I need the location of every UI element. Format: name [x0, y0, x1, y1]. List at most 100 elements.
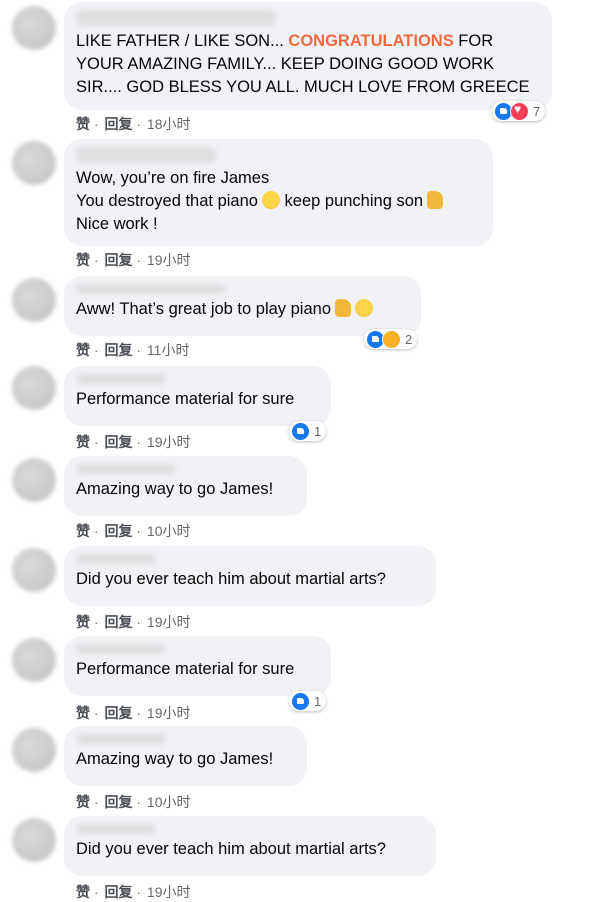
like-link[interactable]: 赞	[76, 116, 90, 132]
author-name[interactable]	[76, 824, 156, 834]
comment-text-line: LIKE FATHER / LIKE SON...	[76, 32, 289, 50]
author-name[interactable]	[76, 284, 226, 294]
comment-actions: 赞 · 回复 · 11小时	[76, 340, 191, 360]
avatar[interactable]	[12, 818, 56, 862]
comment-text: LIKE FATHER / LIKE SON... CONGRATULATION…	[76, 30, 540, 99]
reply-link[interactable]: 回复	[104, 705, 132, 721]
comment-text-line: Aww! That’s great job to play piano	[76, 300, 331, 318]
comment-text: Performance material for sure	[76, 658, 319, 681]
comment-text-line: Did you ever teach him about martial art…	[76, 840, 386, 858]
comment-text-line: FOR	[453, 32, 494, 50]
timestamp[interactable]: 11小时	[147, 342, 190, 358]
like-link[interactable]: 赞	[76, 614, 90, 630]
comment-bubble: Amazing way to go James!	[64, 456, 307, 516]
comment-text-line: YOUR AMAZING FAMILY... KEEP DOING GOOD W…	[76, 55, 495, 73]
comment-text-line: Nice work !	[76, 215, 158, 233]
avatar[interactable]	[12, 278, 56, 322]
reaction-summary[interactable]: 1	[289, 691, 327, 711]
like-icon	[291, 691, 310, 711]
timestamp[interactable]: 19小时	[147, 252, 191, 268]
separator: ·	[93, 252, 99, 268]
author-name[interactable]	[76, 464, 176, 474]
timestamp[interactable]: 10小时	[147, 523, 191, 539]
separator: ·	[136, 794, 142, 810]
reply-link[interactable]: 回复	[104, 342, 132, 358]
comment-text: Aww! That’s great job to play piano	[76, 298, 409, 321]
author-name[interactable]	[76, 554, 156, 564]
comment-text: Performance material for sure	[76, 388, 319, 411]
reaction-summary[interactable]: 7	[492, 101, 546, 121]
comment-bubble: Wow, you’re on fire James You destroyed …	[64, 139, 493, 246]
timestamp[interactable]: 19小时	[147, 705, 191, 721]
avatar[interactable]	[12, 638, 56, 682]
comment-bubble: LIKE FATHER / LIKE SON... CONGRATULATION…	[64, 2, 552, 110]
separator: ·	[136, 434, 142, 450]
comment-bubble: Performance material for sure	[64, 636, 331, 696]
like-link[interactable]: 赞	[76, 705, 90, 721]
author-name[interactable]	[76, 644, 166, 654]
separator: ·	[93, 523, 99, 539]
smile-emoji-icon	[355, 299, 373, 317]
comment-text: Amazing way to go James!	[76, 478, 295, 501]
care-icon	[382, 329, 401, 349]
author-name[interactable]	[76, 374, 166, 384]
comment-bubble: Did you ever teach him about martial art…	[64, 546, 436, 606]
author-name[interactable]	[76, 147, 216, 163]
comment-text-line: You destroyed that piano	[76, 192, 258, 210]
reply-link[interactable]: 回复	[104, 116, 132, 132]
like-link[interactable]: 赞	[76, 794, 90, 810]
avatar[interactable]	[12, 548, 56, 592]
separator: ·	[93, 342, 99, 358]
like-link[interactable]: 赞	[76, 523, 90, 539]
comment-bubble: Performance material for sure	[64, 366, 331, 426]
comment-actions: 赞 · 回复 · 10小时	[76, 792, 192, 812]
thumbs-up-emoji-icon	[427, 191, 444, 209]
separator: ·	[93, 116, 99, 132]
timestamp[interactable]: 10小时	[147, 794, 191, 810]
like-link[interactable]: 赞	[76, 434, 90, 450]
like-link[interactable]: 赞	[76, 342, 90, 358]
avatar[interactable]	[12, 141, 56, 185]
comment-actions: 赞 · 回复 · 19小时	[76, 250, 192, 270]
separator: ·	[136, 884, 142, 900]
reply-link[interactable]: 回复	[104, 794, 132, 810]
timestamp[interactable]: 19小时	[147, 614, 191, 630]
timestamp[interactable]: 19小时	[147, 884, 191, 900]
author-name[interactable]	[76, 10, 276, 26]
avatar[interactable]	[12, 458, 56, 502]
avatar[interactable]	[12, 6, 56, 50]
avatar[interactable]	[12, 728, 56, 772]
like-link[interactable]: 赞	[76, 884, 90, 900]
comment-text-line: Amazing way to go James!	[76, 480, 274, 498]
comment-text-line: keep punching son	[279, 192, 424, 210]
reaction-count: 7	[533, 103, 541, 119]
reply-link[interactable]: 回复	[104, 523, 132, 539]
timestamp[interactable]: 19小时	[147, 434, 191, 450]
author-name[interactable]	[76, 734, 166, 744]
separator: ·	[136, 252, 142, 268]
comment-actions: 赞 · 回复 · 10小时	[76, 521, 192, 541]
separator: ·	[93, 884, 99, 900]
like-link[interactable]: 赞	[76, 252, 90, 268]
comment-text: Did you ever teach him about martial art…	[76, 568, 424, 591]
separator: ·	[136, 523, 142, 539]
love-icon	[510, 101, 529, 121]
avatar[interactable]	[12, 366, 56, 410]
comment-text-line: Amazing way to go James!	[76, 750, 274, 768]
comment-bubble: Did you ever teach him about martial art…	[64, 816, 436, 876]
comment-actions: 赞 · 回复 · 19小时	[76, 703, 192, 723]
reaction-summary[interactable]: 1	[289, 421, 327, 441]
comment-text-line: SIR.... GOD BLESS YOU ALL. MUCH LOVE FRO…	[76, 78, 530, 96]
comment-actions: 赞 · 回复 · 19小时	[76, 432, 192, 452]
reply-link[interactable]: 回复	[104, 434, 132, 450]
reaction-summary[interactable]: 2	[364, 329, 418, 349]
comment-bubble: Aww! That’s great job to play piano	[64, 276, 421, 336]
separator: ·	[93, 705, 99, 721]
reply-link[interactable]: 回复	[104, 884, 132, 900]
reply-link[interactable]: 回复	[104, 252, 132, 268]
reply-link[interactable]: 回复	[104, 614, 132, 630]
comment-text-line: Did you ever teach him about martial art…	[76, 570, 386, 588]
comment-actions: 赞 · 回复 · 18小时	[76, 114, 192, 134]
timestamp[interactable]: 18小时	[147, 116, 191, 132]
laughing-emoji-icon	[261, 191, 280, 209]
